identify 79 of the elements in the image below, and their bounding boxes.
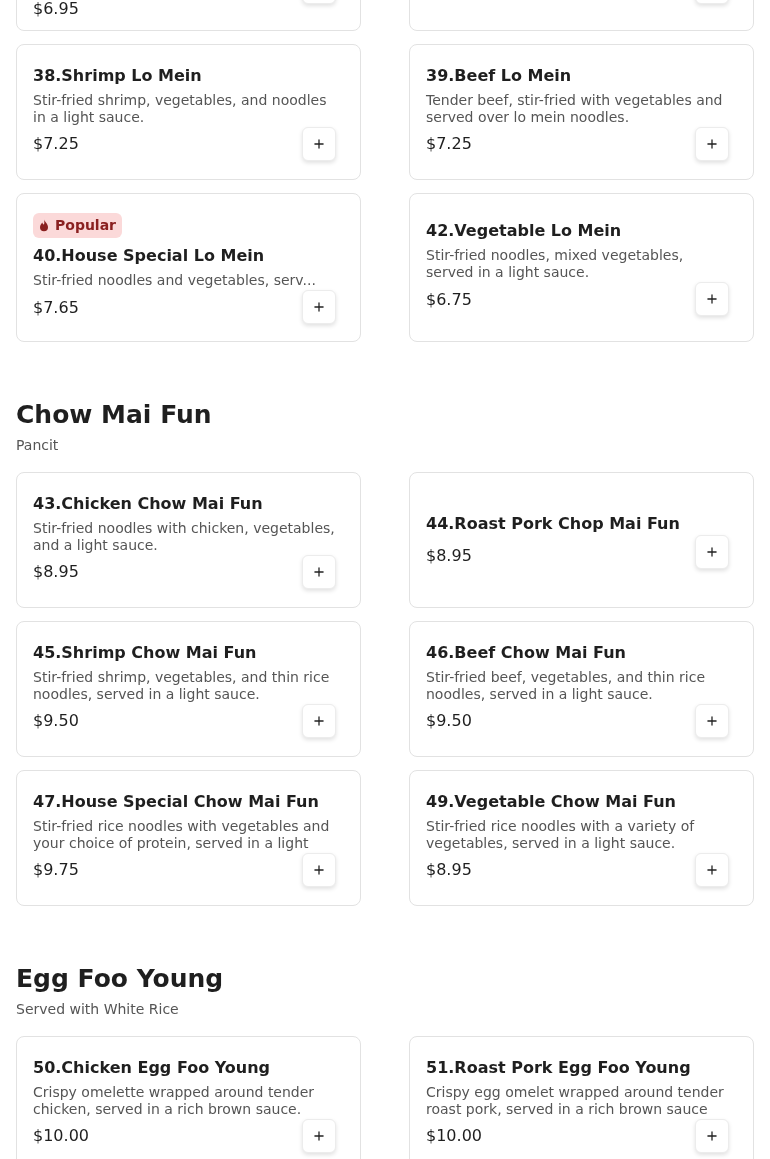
dish-price: $9.75 [33, 860, 79, 879]
dish-description: Stir-fried noodles, mixed vegetables, served in a light sauce. [426, 247, 685, 281]
dish-name: 39.Beef Lo Mein [426, 65, 573, 86]
dish-name: 44.Roast Pork Chop Mai Fun [426, 513, 681, 534]
plus-icon [312, 300, 326, 314]
dish-description: Stir-fried shrimp, vegetables, and noodles in a light sauce. [33, 91, 328, 126]
menu-item-card[interactable]: Popular 40.House Special Lo Mein Stir-fried noodles and vegetables, serv... $7.65 [16, 193, 361, 342]
menu-item-card[interactable]: 47.House Special Chow Mai Fun Stir-fried rice noodles with vegetables and your choice of protein, served in a light $9.75 [16, 770, 361, 906]
menu-item-card[interactable]: 38.Shrimp Lo Mein Stir-fried shrimp, vegetables, and noodles in a light sauce. $7.25 [16, 44, 361, 180]
plus-icon [705, 136, 719, 151]
menu-item-card[interactable]: 42.Vegetable Lo Mein Stir-fried noodles, mixed vegetables, served in a light sauce. $6.75 [409, 193, 754, 342]
dish-description: Stir-fried beef, vegetables, and thin rice noodles, served in a light sauce. [426, 668, 706, 703]
dish-price: $9.50 [33, 711, 79, 730]
dish-name: 46.Beef Chow Mai Fun [426, 642, 627, 663]
dish-price: $9.50 [426, 711, 472, 730]
dish-price: $6.75 [426, 289, 472, 309]
plus-icon [705, 1128, 719, 1143]
menu-item-card[interactable]: 50.Chicken Egg Foo Young Crispy omelette wrapped around tender chicken, served in a rich brown sauce. $10.00 [16, 1036, 361, 1159]
dish-price: $8.95 [33, 562, 79, 581]
add-button[interactable] [302, 554, 336, 589]
section-title: Chow Mai Fun [16, 400, 213, 430]
menu-item-card[interactable]: 51.Roast Pork Egg Foo Young Crispy egg omelet wrapped around tender roast pork, served in a rich brown sauce $10.00 [409, 1036, 754, 1159]
dish-name: 50.Chicken Egg Foo Young [33, 1057, 272, 1078]
dish-description: Stir-fried noodles and vegetables, serv... [33, 272, 317, 289]
add-button[interactable] [695, 282, 729, 316]
badge-label: Popular [55, 217, 117, 234]
dish-price: $7.25 [33, 134, 79, 153]
menu-item-card[interactable]: $6.95 [16, 0, 361, 31]
dish-name: 40.House Special Lo Mein [33, 246, 266, 266]
dish-description: Stir-fried rice noodles with a variety of vegetables, served in a light sauce. [426, 817, 696, 852]
dish-price: $7.65 [33, 297, 79, 317]
dish-price: $7.25 [426, 134, 472, 153]
dish-name: 43.Chicken Chow Mai Fun [33, 493, 264, 514]
plus-icon [705, 713, 719, 728]
menu-item-card[interactable]: 49.Vegetable Chow Mai Fun Stir-fried rice noodles with a variety of vegetables, served in a light sauce. $8.95 [409, 770, 754, 906]
dish-name: 45.Shrimp Chow Mai Fun [33, 642, 258, 663]
plus-icon [705, 292, 719, 306]
section-title: Egg Foo Young [16, 964, 225, 994]
section-subtitle: Pancit [16, 437, 60, 453]
dish-name: 47.House Special Chow Mai Fun [33, 791, 320, 812]
dish-name: 51.Roast Pork Egg Foo Young [426, 1057, 692, 1078]
menu-item-card[interactable]: 43.Chicken Chow Mai Fun Stir-fried noodles with chicken, vegetables, and a light sauce. $8.95 [16, 472, 361, 608]
dish-name: 42.Vegetable Lo Mein [426, 221, 623, 241]
dish-description: Crispy omelette wrapped around tender chicken, served in a rich brown sauce. [33, 1083, 316, 1118]
plus-icon [312, 1128, 326, 1143]
plus-icon [705, 862, 719, 877]
dish-price: $8.95 [426, 546, 472, 565]
dish-price: $10.00 [33, 1126, 89, 1145]
add-button[interactable] [302, 1118, 336, 1153]
dish-description: Stir-fried rice noodles with vegetables and your choice of protein, served in a light [33, 817, 331, 852]
dish-name: 38.Shrimp Lo Mein [33, 65, 203, 86]
dish-description: Tender beef, stir-fried with vegetables and served over lo mein noodles. [426, 91, 724, 126]
dish-description: Crispy egg omelet wrapped around tender roast pork, served in a rich brown sauce [426, 1083, 725, 1118]
menu-item-card[interactable]: 45.Shrimp Chow Mai Fun Stir-fried shrimp, vegetables, and thin rice noodles, served in a light sauce. $9.50 [16, 621, 361, 757]
dish-description: Stir-fried shrimp, vegetables, and thin rice noodles, served in a light sauce. [33, 668, 331, 703]
add-button[interactable] [695, 1118, 729, 1153]
dish-name: 49.Vegetable Chow Mai Fun [426, 791, 677, 812]
menu-item-card[interactable]: 44.Roast Pork Chop Mai Fun $8.95 [409, 472, 754, 608]
add-button[interactable] [695, 703, 729, 738]
plus-icon [312, 713, 326, 728]
plus-icon [312, 136, 326, 151]
plus-icon [312, 564, 326, 579]
dish-price: $8.95 [426, 860, 472, 879]
add-button[interactable] [695, 534, 729, 569]
add-button[interactable] [302, 290, 336, 324]
add-button[interactable] [695, 852, 729, 887]
section-subtitle: Served with White Rice [16, 1001, 180, 1017]
add-button[interactable] [695, 126, 729, 161]
menu-item-card[interactable]: 39.Beef Lo Mein Tender beef, stir-fried with vegetables and served over lo mein noodles. $7.25 [409, 44, 754, 180]
menu-item-card[interactable]: 46.Beef Chow Mai Fun Stir-fried beef, vegetables, and thin rice noodles, served in a light sauce. $9.50 [409, 621, 754, 757]
dish-description: Stir-fried noodles with chicken, vegetables, and a light sauce. [33, 519, 336, 554]
plus-icon [312, 862, 326, 877]
dish-price: $6.95 [33, 0, 79, 18]
add-button[interactable] [302, 852, 336, 887]
add-button[interactable] [302, 703, 336, 738]
add-button[interactable] [302, 126, 336, 161]
plus-icon [705, 544, 719, 559]
flame-icon [39, 219, 49, 232]
dish-price: $10.00 [426, 1126, 482, 1145]
